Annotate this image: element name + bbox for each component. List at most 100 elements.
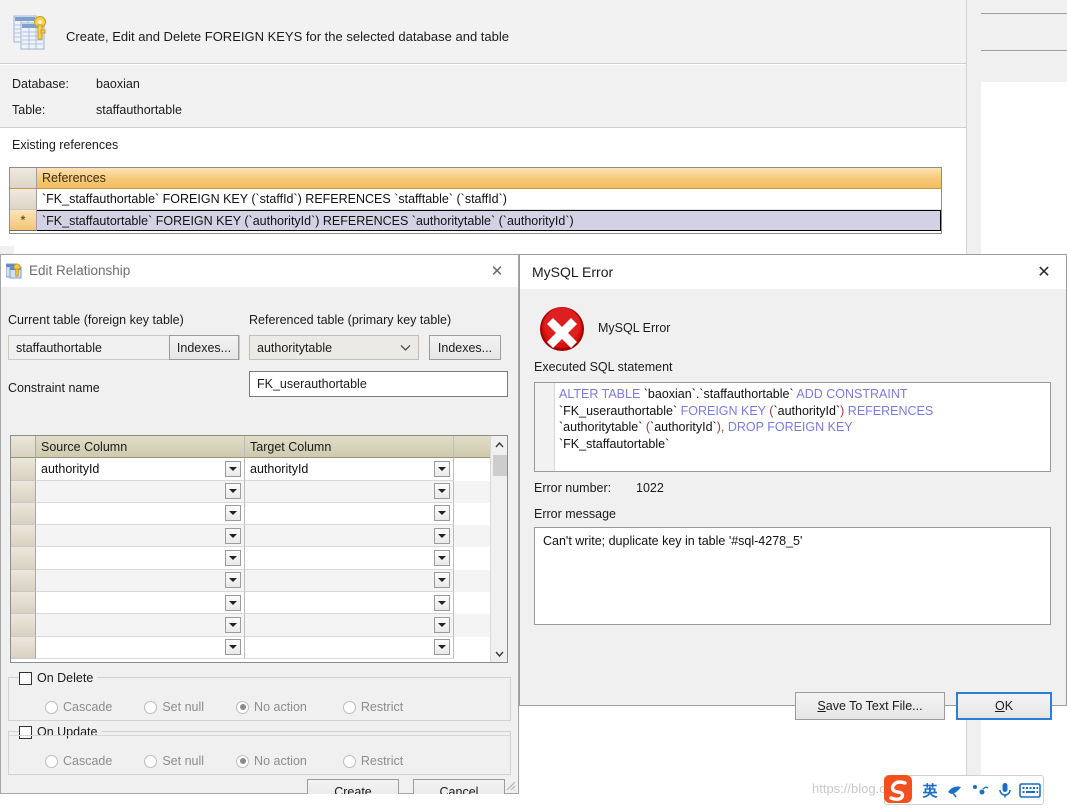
radio-icon[interactable] [144,700,158,714]
on-update-noaction-radio[interactable]: No action [236,754,307,768]
on-delete-noaction-radio[interactable]: No action [236,700,307,714]
error-message-box[interactable]: Can't write; duplicate key in table '#sq… [534,527,1051,625]
table-row[interactable] [11,592,507,615]
on-delete-cascade-radio[interactable]: Cascade [45,700,112,714]
table-row[interactable] [11,614,507,637]
current-table-indexes-button[interactable]: Indexes... [169,335,239,360]
dropdown-arrow-icon[interactable] [434,527,450,544]
reference-definition[interactable]: `FK_staffautortable` FOREIGN KEY (`autho… [37,210,941,231]
dropdown-arrow-icon[interactable] [434,483,450,500]
dropdown-arrow-icon[interactable] [434,460,450,477]
target-column-cell[interactable] [245,547,454,570]
row-gutter[interactable] [11,569,36,593]
dropdown-arrow-icon[interactable] [225,549,241,566]
ime-punctuation-icon[interactable] [969,779,991,801]
source-column-cell[interactable] [36,636,245,659]
radio-icon[interactable] [342,754,356,768]
dropdown-arrow-icon[interactable] [225,572,241,589]
dropdown-arrow-icon[interactable] [225,460,241,477]
source-column-cell[interactable] [36,525,245,548]
target-column-cell[interactable] [245,525,454,548]
checkbox-icon[interactable] [19,671,32,685]
table-row[interactable] [11,480,507,503]
table-row[interactable] [11,547,507,570]
checkbox-icon[interactable] [19,725,32,739]
close-icon[interactable]: ✕ [484,260,510,282]
on-delete-checkbox[interactable]: On Delete [19,669,98,687]
existing-references-grid[interactable]: References `FK_staffauthortable` FOREIGN… [9,167,942,234]
ime-microphone-icon[interactable] [994,779,1016,801]
target-column-cell[interactable]: authorityId [245,458,454,481]
dropdown-arrow-icon[interactable] [434,616,450,633]
target-column-cell[interactable] [245,480,454,503]
row-gutter[interactable] [11,480,36,503]
column-mapping-grid[interactable]: Source Column Target Column authorityId … [10,435,508,663]
table-row[interactable] [11,502,507,526]
scroll-down-icon[interactable] [491,645,507,662]
source-column-cell[interactable] [36,614,245,637]
referenced-table-indexes-button[interactable]: Indexes... [429,335,501,360]
target-column-cell[interactable] [245,636,454,659]
radio-icon[interactable] [45,754,58,768]
dropdown-arrow-icon[interactable] [434,639,450,656]
sogou-logo-icon[interactable] [878,771,918,809]
column-grid-scrollbar[interactable] [490,436,507,662]
save-to-text-file-button[interactable]: Save To Text File... [795,692,945,720]
mysql-error-titlebar[interactable]: MySQL Error ✕ [520,255,1066,289]
ime-language-icon[interactable]: 英 [919,779,941,801]
table-row[interactable] [11,525,507,548]
ok-button[interactable]: OK [956,692,1052,720]
row-gutter[interactable] [11,458,36,481]
dropdown-arrow-icon[interactable] [434,549,450,566]
on-update-cascade-radio[interactable]: Cascade [45,754,112,768]
radio-icon[interactable] [342,700,356,714]
target-column-cell[interactable] [245,569,454,593]
executed-sql-box[interactable]: ALTER TABLE `baoxian`.`staffauthortable`… [534,382,1051,472]
source-column-cell[interactable] [36,569,245,593]
target-column-cell[interactable] [245,502,454,526]
ime-shape-icon[interactable] [944,779,966,801]
row-gutter-selected-marker[interactable]: * [10,210,37,231]
source-column-cell[interactable] [36,502,245,526]
table-row[interactable]: * `FK_staffautortable` FOREIGN KEY (`aut… [10,210,941,231]
reference-definition[interactable]: `FK_staffauthortable` FOREIGN KEY (`staf… [37,189,941,210]
ime-keyboard-icon[interactable] [1019,779,1041,801]
dropdown-arrow-icon[interactable] [434,505,450,522]
dropdown-arrow-icon[interactable] [434,594,450,611]
dropdown-arrow-icon[interactable] [434,572,450,589]
on-delete-setnull-radio[interactable]: Set null [144,700,204,714]
dropdown-arrow-icon[interactable] [225,639,241,656]
row-gutter[interactable] [10,189,37,210]
source-column-cell[interactable] [36,480,245,503]
table-row[interactable] [11,636,507,659]
radio-icon[interactable] [45,700,58,714]
dropdown-arrow-icon[interactable] [225,616,241,633]
row-gutter[interactable] [11,636,36,659]
constraint-name-input[interactable]: FK_userauthortable [249,371,508,397]
row-gutter[interactable] [11,547,36,570]
target-column-cell[interactable] [245,592,454,615]
source-column-cell[interactable] [36,592,245,615]
on-update-setnull-radio[interactable]: Set null [144,754,204,768]
table-row[interactable]: `FK_staffauthortable` FOREIGN KEY (`staf… [10,189,941,210]
target-column-cell[interactable] [245,614,454,637]
on-update-checkbox[interactable]: On Update [19,723,102,741]
referenced-table-combo[interactable]: authoritytable [249,335,419,360]
close-icon[interactable]: ✕ [1030,261,1058,283]
row-gutter[interactable] [11,502,36,526]
edit-relationship-titlebar[interactable]: Edit Relationship ✕ [1,255,518,287]
radio-icon[interactable] [144,754,158,768]
on-delete-restrict-radio[interactable]: Restrict [342,700,403,714]
row-gutter[interactable] [11,525,36,548]
scrollbar-thumb[interactable] [493,455,507,476]
dropdown-arrow-icon[interactable] [225,594,241,611]
row-gutter[interactable] [11,592,36,615]
dropdown-arrow-icon[interactable] [225,527,241,544]
source-column-cell[interactable]: authorityId [36,458,245,481]
row-gutter[interactable] [11,614,36,637]
radio-icon-selected[interactable] [236,700,250,714]
scroll-up-icon[interactable] [491,436,507,453]
radio-icon-selected[interactable] [236,754,250,768]
dropdown-arrow-icon[interactable] [225,505,241,522]
source-column-cell[interactable] [36,547,245,570]
